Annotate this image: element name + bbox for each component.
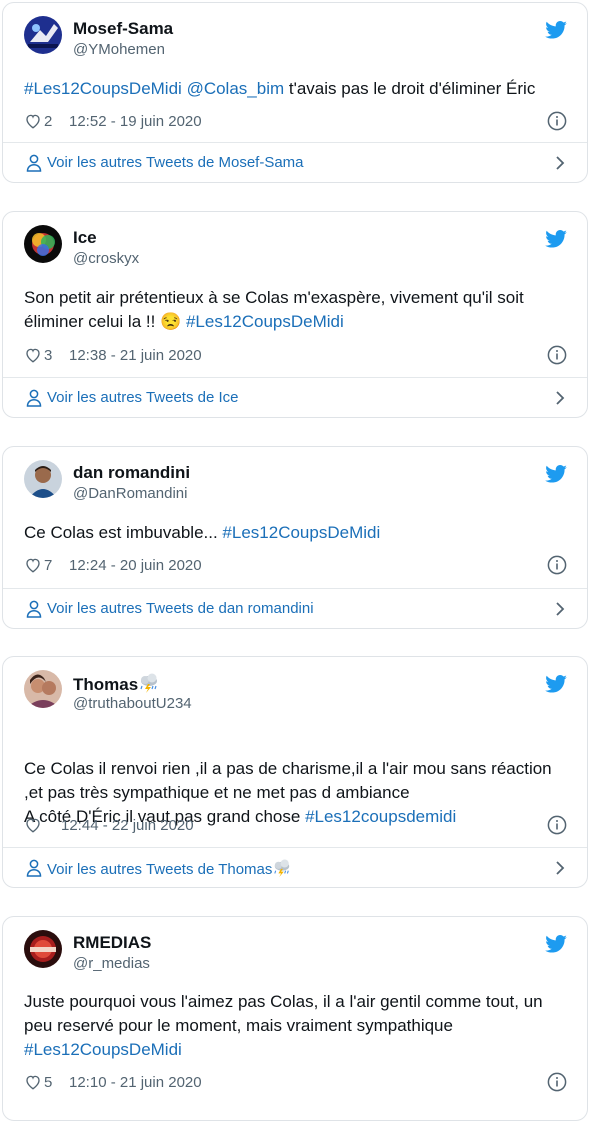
avatar[interactable] [24,460,62,498]
tweet-card[interactable]: Mosef-Sama @YMohemen #Les12CoupsDeMidi @… [2,2,588,183]
tweet-meta: 12:44 - 22 juin 2020 [24,815,567,837]
more-tweets-label: Voir les autres Tweets de Ice [47,389,239,406]
unamused-face-emoji: 😒 [160,312,182,331]
hashtag-link[interactable]: #Les12CoupsDeMidi [222,523,380,542]
text-segment: t'avais pas le droit d'éliminer Éric [284,79,536,98]
tweet-card[interactable]: Thomas @truthaboutU234 Ce Colas il renvo… [2,656,588,888]
user-handle[interactable]: @croskyx [73,250,139,267]
twitter-bird-icon[interactable] [545,21,567,39]
chevron-right-icon [556,602,565,616]
info-icon[interactable] [547,1072,567,1092]
info-icon[interactable] [547,345,567,365]
avatar[interactable] [24,16,62,54]
like-count: 3 [44,347,53,364]
info-icon[interactable] [547,555,567,575]
tweet-card[interactable]: dan romandini @DanRomandini Ce Colas est… [2,446,588,629]
hashtag-link[interactable]: #Les12CoupsDeMidi [24,79,182,98]
person-icon [26,389,42,407]
info-icon[interactable] [547,111,567,131]
chevron-right-icon [556,861,565,875]
person-icon [26,154,42,172]
text-segment: Juste pourquoi vous l'aimez pas Colas, i… [24,992,543,1035]
like-count: 2 [44,113,53,130]
like-count: 5 [44,1074,53,1091]
timestamp[interactable]: 12:44 - 22 juin 2020 [61,817,194,834]
avatar[interactable] [24,930,62,968]
user-handle[interactable]: @DanRomandini [73,485,187,502]
timestamp[interactable]: 12:24 - 20 juin 2020 [69,557,202,574]
tweet-card[interactable]: Ice @croskyx Son petit air prétentieux à… [2,211,588,418]
more-tweets-link[interactable]: Voir les autres Tweets de Thomas [3,848,587,888]
display-name[interactable]: Mosef-Sama [73,19,173,39]
twitter-bird-icon[interactable] [545,675,567,693]
timestamp[interactable]: 12:38 - 21 juin 2020 [69,347,202,364]
display-name-text: Thomas [73,675,139,694]
cloud-with-lightning-and-rain-icon [140,673,158,693]
twitter-bird-icon[interactable] [545,465,567,483]
tweet-meta: 5 12:10 - 21 juin 2020 [24,1072,567,1094]
tweet-card[interactable]: RMEDIAS @r_medias Juste pourquoi vous l'… [2,916,588,1121]
mention-link[interactable]: @Colas_bim [187,79,285,98]
timestamp[interactable]: 12:52 - 19 juin 2020 [69,113,202,130]
display-name[interactable]: RMEDIAS [73,933,151,953]
cloud-with-lightning-and-rain-icon [274,859,290,877]
display-name[interactable]: Thomas [73,673,160,695]
tweet-meta: 3 12:38 - 21 juin 2020 [24,345,567,367]
heart-icon[interactable] [24,556,42,574]
user-handle[interactable]: @truthaboutU234 [73,695,192,712]
more-tweets-label: Voir les autres Tweets de Mosef-Sama [47,154,304,171]
person-icon [26,859,42,877]
timestamp[interactable]: 12:10 - 21 juin 2020 [69,1074,202,1091]
tweet-text: Juste pourquoi vous l'aimez pas Colas, i… [24,990,571,1062]
person-icon [26,600,42,618]
heart-icon[interactable] [24,816,42,834]
avatar[interactable] [24,670,62,708]
more-tweets-link[interactable]: Voir les autres Tweets de dan romandini [3,589,587,629]
tweet-text: Ce Colas est imbuvable... #Les12CoupsDeM… [24,521,571,545]
more-tweets-label: Voir les autres Tweets de dan romandini [47,600,314,617]
heart-icon[interactable] [24,112,42,130]
text-segment: Ce Colas il renvoi rien ,il a pas de cha… [24,759,552,802]
display-name[interactable]: Ice [73,228,97,248]
avatar[interactable] [24,225,62,263]
more-tweets-label-text: Voir les autres Tweets de Thomas [47,861,273,878]
heart-icon[interactable] [24,1073,42,1091]
info-icon[interactable] [547,815,567,835]
chevron-right-icon [556,391,565,405]
twitter-bird-icon[interactable] [545,935,567,953]
twitter-bird-icon[interactable] [545,230,567,248]
text-segment: Ce Colas est imbuvable... [24,523,223,542]
tweet-text: Son petit air prétentieux à se Colas m'e… [24,286,571,334]
hashtag-link[interactable]: #Les12CoupsDeMidi [24,1040,182,1059]
display-name[interactable]: dan romandini [73,463,190,483]
tweet-text: #Les12CoupsDeMidi @Colas_bim t'avais pas… [24,77,571,101]
like-count: 7 [44,557,53,574]
more-tweets-link[interactable]: Voir les autres Tweets de Ice [3,378,587,418]
heart-icon[interactable] [24,346,42,364]
hashtag-link[interactable]: #Les12CoupsDeMidi [186,312,344,331]
tweet-meta: 2 12:52 - 19 juin 2020 [24,111,567,133]
chevron-right-icon [556,156,565,170]
user-handle[interactable]: @YMohemen [73,41,165,58]
tweet-meta: 7 12:24 - 20 juin 2020 [24,555,567,577]
user-handle[interactable]: @r_medias [73,955,150,972]
more-tweets-label: Voir les autres Tweets de Thomas [47,859,292,878]
more-tweets-link[interactable]: Voir les autres Tweets de Mosef-Sama [3,143,587,183]
